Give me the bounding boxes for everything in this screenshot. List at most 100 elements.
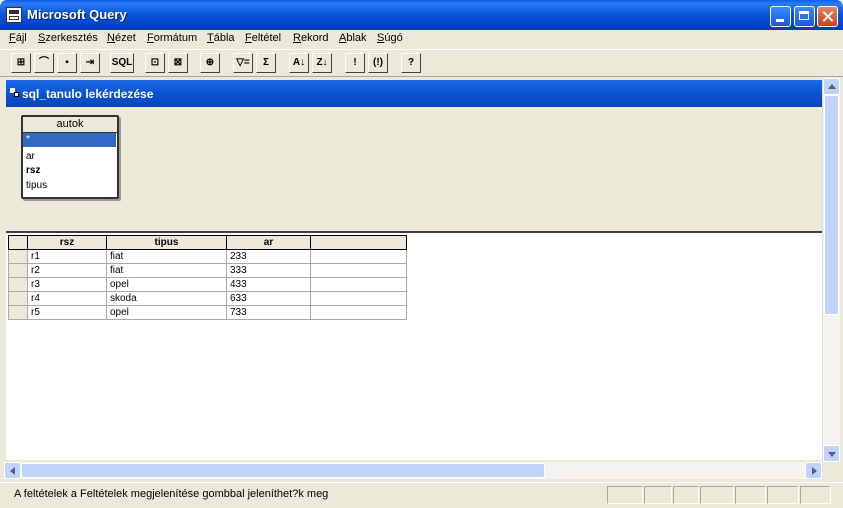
table-pane: autok * ar rsz tipus xyxy=(6,107,823,233)
cell[interactable] xyxy=(310,249,407,264)
row-selector[interactable] xyxy=(8,291,28,306)
status-panel xyxy=(700,486,734,504)
cell[interactable]: 633 xyxy=(226,291,311,306)
cell[interactable]: opel xyxy=(106,305,227,320)
return-data-button[interactable]: ⇥ xyxy=(80,53,100,73)
sql-icon: SQL xyxy=(111,57,133,68)
app-icon[interactable] xyxy=(6,7,22,23)
title-bar[interactable]: Microsoft Query xyxy=(0,0,843,30)
status-panel xyxy=(735,486,766,504)
return-data-icon: ⇥ xyxy=(85,57,95,68)
status-panel xyxy=(800,486,831,504)
query-window-icon[interactable] xyxy=(10,88,20,98)
cell[interactable]: 433 xyxy=(226,277,311,292)
menu-view[interactable]: Nézet xyxy=(107,32,136,44)
row-selector[interactable] xyxy=(8,277,28,292)
toolbar: ⊞ ⌒ ▪ ⇥ SQL ⊡ ⊠ ⊕ ▽= Σ A↓ Z↓ ! (!) ? xyxy=(0,49,843,77)
cell[interactable]: r1 xyxy=(27,249,107,264)
cell[interactable]: r4 xyxy=(27,291,107,306)
menu-file[interactable]: Fájl xyxy=(9,32,27,44)
status-bar: A feltételek a Feltételek megjelenítése … xyxy=(0,482,843,508)
menu-table[interactable]: Tábla xyxy=(207,32,235,44)
scroll-left-icon[interactable] xyxy=(4,462,21,479)
menu-window[interactable]: Ablak xyxy=(339,32,367,44)
horizontal-scrollbar[interactable] xyxy=(4,462,822,479)
field-item-rsz[interactable]: rsz xyxy=(23,164,116,178)
field-item-tipus[interactable]: tipus xyxy=(23,179,116,193)
query-now-icon: ! xyxy=(353,57,357,68)
cell[interactable]: skoda xyxy=(106,291,227,306)
scroll-up-icon[interactable] xyxy=(823,78,840,95)
table-row: r5 opel 733 xyxy=(8,305,407,320)
column-header-rsz[interactable]: rsz xyxy=(27,235,107,250)
column-header-ar[interactable]: ar xyxy=(226,235,311,250)
auto-query-icon: (!) xyxy=(373,57,383,68)
window-title: Microsoft Query xyxy=(27,7,127,22)
cell[interactable]: 733 xyxy=(226,305,311,320)
auto-query-button[interactable]: (!) xyxy=(368,53,388,73)
menu-criteria[interactable]: Feltétel xyxy=(245,32,281,44)
close-button[interactable] xyxy=(817,6,838,27)
cell[interactable]: opel xyxy=(106,277,227,292)
help-icon: ? xyxy=(407,57,415,68)
cell[interactable]: fiat xyxy=(106,263,227,278)
table-field-list[interactable]: autok * ar rsz tipus xyxy=(21,115,119,199)
totals-icon: Σ xyxy=(262,57,269,68)
minimize-button[interactable] xyxy=(770,6,791,27)
open-query-button[interactable]: ⌒ xyxy=(34,53,54,73)
horizontal-scroll-thumb[interactable] xyxy=(21,463,545,478)
sql-button[interactable]: SQL xyxy=(110,53,134,73)
show-tables-button[interactable]: ⊡ xyxy=(145,53,165,73)
grid-header-row: rsz tipus ar xyxy=(8,235,407,250)
vertical-scrollbar[interactable] xyxy=(822,78,840,462)
sort-descending-button[interactable]: Z↓ xyxy=(312,53,332,73)
query-window-title-bar[interactable]: sql_tanulo lekérdezése xyxy=(6,80,823,107)
save-button[interactable]: ▪ xyxy=(57,53,77,73)
table-row: r1 fiat 233 xyxy=(8,249,407,264)
menu-bar: Fájl Szerkesztés Nézet Formátum Tábla Fe… xyxy=(0,30,843,48)
column-header-tipus[interactable]: tipus xyxy=(106,235,227,250)
menu-records[interactable]: Rekord xyxy=(293,32,328,44)
show-criteria-icon: ⊠ xyxy=(173,57,183,68)
table-row: r2 fiat 333 xyxy=(8,263,407,278)
cell[interactable]: 333 xyxy=(226,263,311,278)
grid-corner[interactable] xyxy=(8,235,28,250)
menu-format[interactable]: Formátum xyxy=(147,32,197,44)
cell[interactable]: 233 xyxy=(226,249,311,264)
row-selector[interactable] xyxy=(8,263,28,278)
query-now-button[interactable]: ! xyxy=(345,53,365,73)
cell[interactable]: r2 xyxy=(27,263,107,278)
vertical-scroll-thumb[interactable] xyxy=(824,95,839,315)
cell[interactable]: fiat xyxy=(106,249,227,264)
totals-button[interactable]: Σ xyxy=(256,53,276,73)
cell[interactable] xyxy=(310,277,407,292)
cell[interactable]: r3 xyxy=(27,277,107,292)
cell[interactable] xyxy=(310,305,407,320)
sort-ascending-button[interactable]: A↓ xyxy=(289,53,309,73)
show-criteria-button[interactable]: ⊠ xyxy=(168,53,188,73)
cell[interactable]: r5 xyxy=(27,305,107,320)
new-query-button[interactable]: ⊞ xyxy=(11,53,31,73)
menu-help[interactable]: Súgó xyxy=(377,32,403,44)
field-item-all[interactable]: * xyxy=(23,133,116,147)
maximize-button[interactable] xyxy=(794,6,815,27)
cell[interactable] xyxy=(310,263,407,278)
menu-edit[interactable]: Szerkesztés xyxy=(38,32,98,44)
add-tables-button[interactable]: ⊕ xyxy=(200,53,220,73)
criteria-equals-icon: ▽= xyxy=(236,57,250,68)
table-name[interactable]: autok xyxy=(23,117,117,133)
status-text: A feltételek a Feltételek megjelenítése … xyxy=(14,488,329,500)
scroll-right-icon[interactable] xyxy=(805,462,822,479)
row-selector[interactable] xyxy=(8,249,28,264)
cell[interactable] xyxy=(310,291,407,306)
table-row: r3 opel 433 xyxy=(8,277,407,292)
sort-ascending-icon: A↓ xyxy=(292,57,306,68)
scroll-down-icon[interactable] xyxy=(823,445,840,462)
query-window: sql_tanulo lekérdezése autok * ar rsz ti… xyxy=(6,80,837,480)
column-header-empty[interactable] xyxy=(310,235,407,250)
help-button[interactable]: ? xyxy=(401,53,421,73)
row-selector[interactable] xyxy=(8,305,28,320)
criteria-equals-button[interactable]: ▽= xyxy=(233,53,253,73)
data-grid: rsz tipus ar r1 fiat 233 r2 fiat 333 r3 … xyxy=(8,235,407,320)
field-item-ar[interactable]: ar xyxy=(23,150,116,164)
